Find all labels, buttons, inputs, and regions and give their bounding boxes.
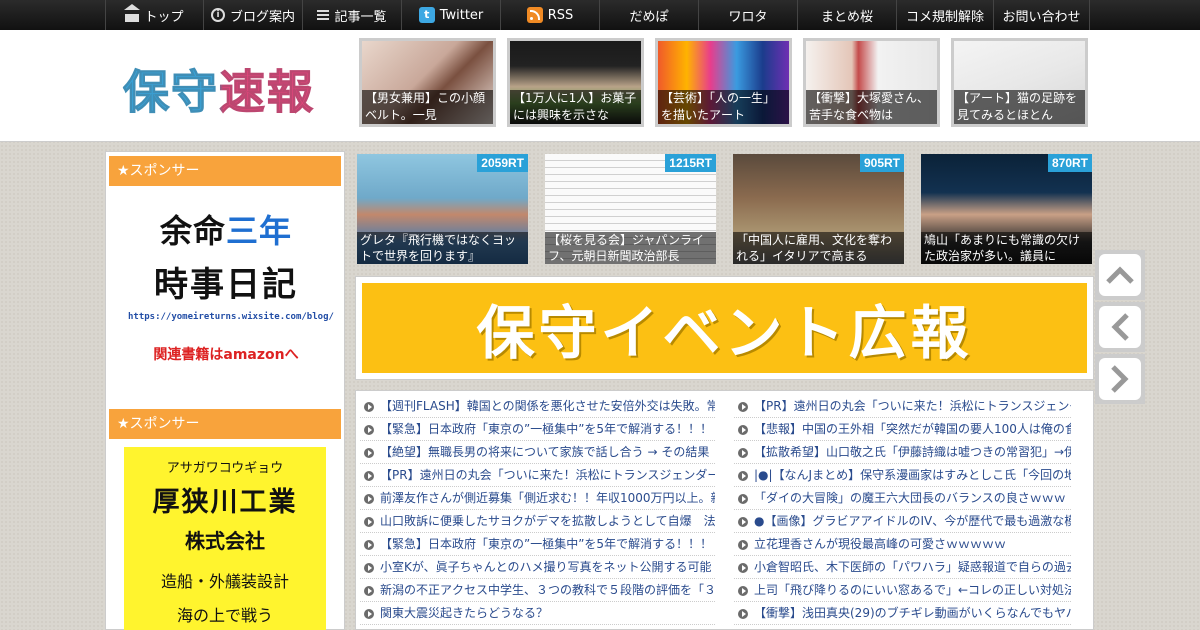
nav-label: まとめ桜 xyxy=(820,9,873,25)
banner-text: 保守イベント広報 xyxy=(476,299,973,367)
thumb-caption: 【アート】猫の足跡を見てみるとほとん xyxy=(954,90,1085,124)
top-nav-list: トップ i ブログ案内 記事一覧 t Twitter RSS だめぽ ワロタ まとめ… xyxy=(105,0,1090,30)
ad-description: 造船・外艤装設計 xyxy=(160,572,289,591)
ad-title-line2: 時事日記 xyxy=(154,265,298,305)
previous-button[interactable] xyxy=(1095,302,1145,352)
nav-label: RSS xyxy=(547,7,574,23)
tile-caption: グレタ『飛行機ではなくヨットで世界を回ります』 xyxy=(357,232,528,264)
ad-amazon-link[interactable]: 関連書籍はamazonへ xyxy=(128,344,324,364)
popular-tile[interactable]: 870RT 鳩山「あまりにも常識の欠けた政治家が多い。議員に xyxy=(921,154,1092,264)
list-item[interactable]: |●|【なんJまとめ】保守系漫画家はすみとしこ氏「今回の地裁判 xyxy=(734,464,1071,487)
right-arrow-icon xyxy=(1099,358,1141,400)
rss-icon xyxy=(526,7,543,23)
list-item[interactable]: 【PR】遠州日の丸会「ついに来た！浜松にトランスジェンダー xyxy=(360,464,715,487)
header-thumb[interactable]: 【衝撃】大塚愛さん、苦手な食べ物は xyxy=(803,38,940,127)
retweet-badge: 905RT xyxy=(859,154,904,172)
tile-caption: 鳩山「あまりにも常識の欠けた政治家が多い。議員に xyxy=(921,232,1092,264)
nav-label: ワロタ xyxy=(728,9,768,25)
header-thumb[interactable]: 【アート】猫の足跡を見てみるとほとん xyxy=(951,38,1088,127)
retweet-badge: 870RT xyxy=(1047,154,1092,172)
nav-label: ブログ案内 xyxy=(229,9,295,25)
list-item[interactable]: 【絶望】無職長男の将来について家族で話し合う → その結果 xyxy=(360,441,715,464)
list-item[interactable]: 新潟の不正アクセス中学生、３つの教科で５段階の評価を「３ xyxy=(360,579,715,602)
headline-lists: 【週刊FLASH】韓国との関係を悪化させた安倍外交は失敗。常 【緊急】日本政府「… xyxy=(355,390,1094,630)
top-nav: トップ i ブログ案内 記事一覧 t Twitter RSS だめぽ ワロタ まとめ… xyxy=(0,0,1200,30)
thumb-caption: 【芸術】「人の一生」を描いたアート xyxy=(658,90,789,124)
list-icon xyxy=(317,9,330,21)
nav-item-article-list[interactable]: 記事一覧 xyxy=(302,0,401,30)
ad-url[interactable]: https://yomeireturns.wixsite.com/blog/ xyxy=(128,312,334,322)
info-icon: i xyxy=(210,8,225,22)
headline-column-right: 【PR】遠州日の丸会「ついに来た！浜松にトランスジェンダー 【悲報】中国の王外相… xyxy=(734,395,1071,625)
list-item[interactable]: 小室Kが、眞子ちゃんとのハメ撮り写真をネット公開する可能 xyxy=(360,556,715,579)
site-logo[interactable]: 保守速報 xyxy=(123,56,315,122)
left-arrow-icon xyxy=(1099,306,1141,348)
header-thumb[interactable]: 【1万人に1人】お菓子には興味を示さな xyxy=(507,38,644,127)
nav-label: お問い合わせ xyxy=(1002,9,1081,25)
ad-title-part-blue: 三年 xyxy=(226,212,293,250)
nav-label: Twitter xyxy=(439,7,484,23)
headline-column-left: 【週刊FLASH】韓国との関係を悪化させた安倍外交は失敗。常 【緊急】日本政府「… xyxy=(360,395,715,625)
sponsor-ad-yomei[interactable]: 余命三年 時事日記 https://yomeireturns.wixsite.c… xyxy=(128,202,334,382)
list-item[interactable]: 【PR】遠州日の丸会「ついに来た！浜松にトランスジェンダー xyxy=(734,395,1071,418)
scroll-up-button[interactable] xyxy=(1095,250,1145,300)
nav-item-matome-sakura[interactable]: まとめ桜 xyxy=(797,0,896,30)
sponsor-heading: ★スポンサー xyxy=(109,409,341,439)
ad-company-type: 株式会社 xyxy=(185,529,265,553)
event-banner[interactable]: 保守イベント広報 xyxy=(355,276,1094,380)
list-item[interactable]: 【衝撃】浅田真央(29)のブチギレ動画がいくらなんでもヤバす xyxy=(734,602,1071,625)
nav-item-twitter[interactable]: t Twitter xyxy=(401,0,500,30)
list-item[interactable]: ●【画像】グラビアアイドルのIV、今が歴代で最も過激な模様 xyxy=(734,510,1071,533)
list-item[interactable]: 【緊急】日本政府「東京の”一極集中”を5年で解消する！！！ xyxy=(360,418,715,441)
list-item[interactable]: 小倉智昭氏、木下医師の「パワハラ」疑惑報道で自らの過去を xyxy=(734,556,1071,579)
popular-tile[interactable]: 2059RT グレタ『飛行機ではなくヨットで世界を回ります』 xyxy=(357,154,528,264)
list-item[interactable]: 前澤友作さんが側近募集「側近求む！！年収1000万円以上。新 xyxy=(360,487,715,510)
list-item[interactable]: 立花理香さんが現役最高峰の可愛さｗｗｗｗｗ xyxy=(734,533,1071,556)
thumb-caption: 【1万人に1人】お菓子には興味を示さな xyxy=(510,90,641,124)
next-button[interactable] xyxy=(1095,354,1145,404)
ad-title-line1: 余命三年 xyxy=(128,202,324,260)
list-item[interactable]: 【拡散希望】山口敬之氏「伊藤詩織は嘘つきの常習犯」→伊藤 xyxy=(734,441,1071,464)
nav-item-comment-unblock[interactable]: コメ規制解除 xyxy=(896,0,993,30)
list-item[interactable]: 上司「飛び降りるのにいい窓あるで」←コレの正しい対処法は xyxy=(734,579,1071,602)
nav-item-contact[interactable]: お問い合わせ xyxy=(993,0,1090,30)
retweet-badge: 2059RT xyxy=(477,154,528,172)
popular-tile[interactable]: 905RT 「中国人に雇用、文化を奪われる」イタリアで高まる xyxy=(733,154,904,264)
header-thumb[interactable]: 【男女兼用】この小顔ベルト。一見 xyxy=(359,38,496,127)
list-item[interactable]: 【週刊FLASH】韓国との関係を悪化させた安倍外交は失敗。常 xyxy=(360,395,715,418)
header-thumb[interactable]: 【芸術】「人の一生」を描いたアート xyxy=(655,38,792,127)
ad-tagline: 海の上で戦う xyxy=(176,606,273,625)
list-item[interactable]: 山口敗訴に便乗したサヨクがデマを拡散しようとして自爆 法 xyxy=(360,510,715,533)
ad-title-part: 余命 xyxy=(159,212,226,250)
nav-label: コメ規制解除 xyxy=(905,9,984,25)
nav-item-damepo[interactable]: だめぽ xyxy=(599,0,698,30)
list-item[interactable]: 【緊急】日本政府「東京の”一極集中”を5年で解消する！！！ xyxy=(360,533,715,556)
nav-item-blog-guide[interactable]: i ブログ案内 xyxy=(203,0,302,30)
twitter-icon: t xyxy=(418,7,435,23)
nav-label: トップ xyxy=(144,9,184,25)
ad-kana: アサガワコウギョウ xyxy=(166,461,284,476)
sidebar: ★スポンサー 余命三年 時事日記 https://yomeireturns.wi… xyxy=(105,151,345,630)
sponsor-ad-asagawa[interactable]: アサガワコウギョウ 厚狭川工業 株式会社 造船・外艤装設計 海の上で戦う xyxy=(124,447,326,630)
popular-tile[interactable]: 1215RT 【桜を見る会】ジャパンライフ、元朝日新聞政治部長 xyxy=(545,154,716,264)
list-item[interactable]: 【悲報】中国の王外相「突然だが韓国の要人100人は俺の食事会 xyxy=(734,418,1071,441)
tile-caption: 「中国人に雇用、文化を奪われる」イタリアで高まる xyxy=(733,232,904,264)
retweet-badge: 1215RT xyxy=(665,154,716,172)
home-icon xyxy=(124,3,141,22)
up-arrow-icon xyxy=(1099,254,1141,296)
site-header: 保守速報 【男女兼用】この小顔ベルト。一見 【1万人に1人】お菓子には興味を示さ… xyxy=(0,30,1200,142)
sponsor-heading: ★スポンサー xyxy=(109,156,341,186)
nav-label: 記事一覧 xyxy=(334,9,387,25)
ad-company-name: 厚狭川工業 xyxy=(152,487,298,518)
list-item[interactable]: 関東大震災起きたらどうなる？ xyxy=(360,602,715,625)
thumb-caption: 【男女兼用】この小顔ベルト。一見 xyxy=(362,90,493,124)
nav-item-warota[interactable]: ワロタ xyxy=(698,0,797,30)
nav-item-top[interactable]: トップ xyxy=(105,0,203,30)
banner-inner: 保守イベント広報 xyxy=(362,283,1087,373)
nav-item-rss[interactable]: RSS xyxy=(500,0,599,30)
tile-caption: 【桜を見る会】ジャパンライフ、元朝日新聞政治部長 xyxy=(545,232,716,264)
nav-label: だめぽ xyxy=(629,9,669,25)
list-item[interactable]: 「ダイの大冒険」の魔王六大団長のバランスの良さｗｗｗ xyxy=(734,487,1071,510)
thumb-caption: 【衝撃】大塚愛さん、苦手な食べ物は xyxy=(806,90,937,124)
